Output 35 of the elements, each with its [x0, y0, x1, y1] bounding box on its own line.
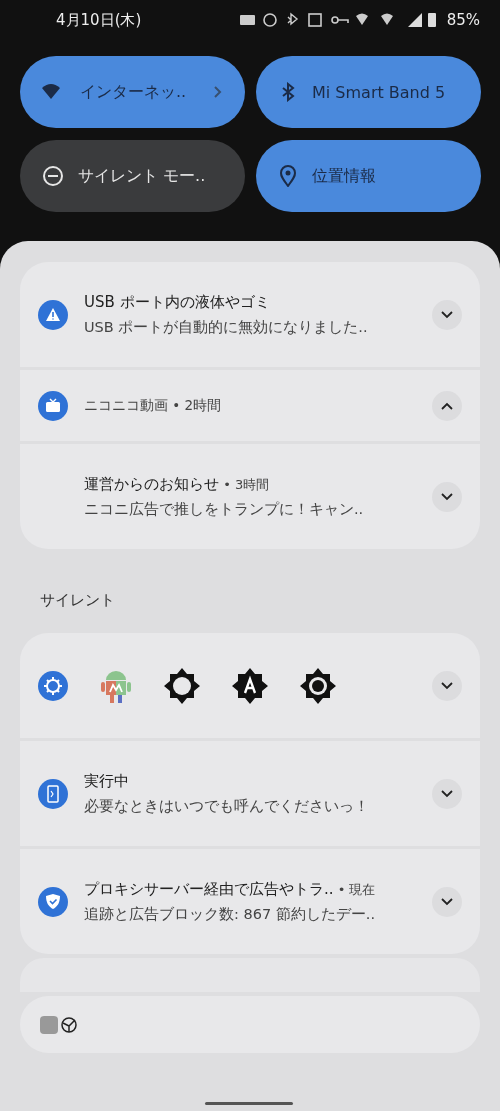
expand-button[interactable]	[432, 299, 462, 330]
shield-icon	[38, 886, 68, 917]
notification-title: 実行中	[84, 771, 130, 791]
do-not-disturb-icon	[42, 165, 64, 187]
expand-button[interactable]	[432, 886, 462, 917]
brightness-low-icon	[164, 667, 200, 704]
quick-settings-tile[interactable]: 位置情報	[256, 140, 481, 212]
battery-percentage: 85%	[446, 11, 480, 29]
steering-wheel-icon	[60, 1015, 78, 1034]
brightness-high-icon	[300, 667, 336, 704]
notification-text: USB ポートが自動的に無効になりました..	[84, 317, 369, 337]
section-label: サイレント	[39, 590, 116, 611]
notification-text: 追跡と広告ブロック数: 867 節約したデー..	[84, 904, 376, 924]
chevron-right-icon	[213, 85, 223, 99]
expand-button[interactable]	[432, 778, 462, 809]
notification-title: USB ポート内の液体やゴミ	[84, 292, 271, 312]
expand-button[interactable]	[432, 670, 462, 701]
quick-settings-tile[interactable]: サイレント モー..	[20, 140, 245, 212]
quick-settings-tile[interactable]: インターネッ..	[20, 56, 245, 128]
tv-icon	[38, 390, 68, 421]
quick-settings-tile[interactable]: Mi Smart Band 5	[256, 56, 481, 128]
collapse-button[interactable]	[432, 390, 462, 421]
app-icon	[40, 1015, 58, 1034]
expand-button[interactable]	[432, 481, 462, 512]
notification-text: ニコニ広告で推しをトランプに！キャン..	[84, 499, 365, 519]
brightness-icon	[38, 670, 68, 701]
auto-brightness-icon	[232, 667, 268, 704]
status-date: 4月10日(木)	[56, 10, 142, 30]
notification-text: 必要なときはいつでも呼んでくださいっ！	[84, 796, 370, 816]
location-pin-icon	[278, 165, 298, 187]
notification-title: 運営からのお知らせ • 3時間	[84, 474, 271, 494]
warning-icon	[38, 299, 68, 330]
app-header: ニコニコ動画 • 2時間	[84, 396, 223, 415]
notification-title: プロキシサーバー経由で広告やトラ.. • 現在	[84, 879, 377, 899]
phone-icon	[38, 778, 68, 809]
